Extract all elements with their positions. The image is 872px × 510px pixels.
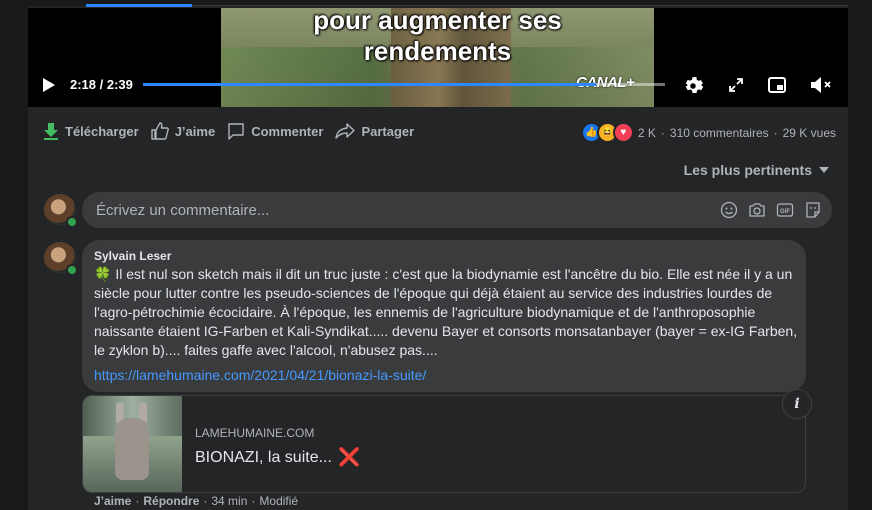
link-preview-title: BIONAZI, la suite... ❌ — [195, 447, 360, 468]
like-button[interactable]: J’aime — [151, 122, 215, 140]
gear-icon — [685, 77, 704, 93]
subtitle-line-1: pour augmenter ses — [313, 8, 562, 35]
video-player[interactable]: pour augmenter ses rendements CANAL+ 2:1… — [28, 8, 848, 107]
svg-text:GIF: GIF — [780, 209, 790, 215]
speech-bubble-icon — [228, 123, 244, 140]
comment-bubble: Sylvain Leser 🍀 Il est nul son sketch ma… — [82, 240, 806, 392]
comment-sort-dropdown[interactable]: Les plus pertinents — [684, 162, 830, 178]
thumbs-up-icon — [151, 122, 169, 140]
meta-dot: · — [135, 494, 140, 508]
emoji-icon[interactable] — [720, 201, 738, 219]
meta-dot: · — [203, 494, 208, 508]
video-progress-bar[interactable] — [143, 83, 665, 86]
share-button[interactable]: Partager — [335, 122, 414, 140]
comment-timestamp[interactable]: 34 min — [211, 494, 247, 508]
camera-icon[interactable] — [748, 201, 766, 219]
stats-separator: · — [773, 125, 778, 140]
gif-icon[interactable]: GIF — [776, 201, 794, 219]
download-button[interactable]: Télécharger — [43, 122, 139, 140]
download-label: Télécharger — [65, 123, 139, 139]
views-count: 29 K vues — [782, 125, 836, 140]
fullscreen-button[interactable] — [728, 77, 744, 98]
share-arrow-icon — [335, 123, 356, 139]
cross-mark-icon: ❌ — [337, 447, 361, 467]
sort-label: Les plus pertinents — [683, 162, 812, 178]
link-preview-card[interactable]: LAMEHUMAINE.COM BIONAZI, la suite... ❌ — [82, 395, 806, 493]
link-preview-domain: LAMEHUMAINE.COM — [195, 426, 315, 440]
time-display: 2:18 / 2:39 — [70, 77, 133, 92]
volume-muted-icon — [811, 77, 831, 93]
share-label: Partager — [361, 123, 415, 139]
miniplayer-button[interactable] — [768, 77, 786, 98]
comment-text: 🍀 Il est nul son sketch mais il dit un t… — [94, 266, 798, 358]
active-tab-indicator — [86, 4, 192, 7]
stats-separator: · — [660, 125, 665, 140]
love-reaction-icon: ♥ — [612, 122, 634, 143]
meta-dot: · — [251, 494, 256, 508]
expand-icon — [729, 78, 743, 92]
comment-input[interactable] — [94, 200, 698, 220]
like-label: J’aime — [174, 123, 216, 139]
mute-button[interactable] — [810, 76, 832, 99]
tab-strip — [0, 0, 872, 7]
comment-reply-link[interactable]: Répondre — [143, 494, 199, 508]
post-actions: Télécharger J’aime Commenter Partager — [43, 120, 426, 142]
comment-composer[interactable]: GIF — [82, 192, 832, 228]
play-icon — [43, 78, 55, 92]
picture-in-picture-icon — [768, 77, 786, 93]
comment-button[interactable]: Commenter — [227, 122, 323, 140]
scroll-gutter — [848, 0, 872, 510]
play-button[interactable] — [42, 77, 56, 98]
comment-label: Commenter — [251, 123, 324, 139]
reactions-count[interactable]: 2 K — [638, 126, 656, 140]
reaction-icons[interactable]: 👍 😆 ♥ — [580, 122, 634, 143]
tab-divider — [192, 5, 848, 6]
post-stats: 👍 😆 ♥ 2 K · 310 commentaires · 29 K vues — [580, 122, 836, 143]
comment-like-link[interactable]: J’aime — [94, 494, 131, 508]
thumbnail-rabbit-figure — [115, 418, 149, 480]
subtitle-line-2: rendements — [363, 36, 512, 66]
info-icon[interactable]: i — [782, 389, 812, 419]
comments-count[interactable]: 310 commentaires — [670, 126, 769, 140]
comment-edited-label: Modifié — [259, 494, 299, 508]
link-preview-thumbnail — [83, 396, 182, 492]
settings-button[interactable] — [682, 75, 704, 102]
commenter-online-dot — [66, 264, 78, 276]
sticker-icon[interactable] — [804, 201, 822, 219]
online-status-dot — [66, 216, 78, 228]
video-progress-fill — [143, 83, 597, 86]
link-preview-title-text: BIONAZI, la suite... — [195, 448, 332, 466]
comment-meta: J’aime · Répondre · 34 min · Modifié — [94, 494, 298, 508]
composer-tools: GIF — [720, 201, 822, 219]
comment-author[interactable]: Sylvain Leser — [94, 249, 171, 263]
download-icon — [44, 123, 58, 140]
caret-down-icon — [819, 167, 829, 173]
comment-link[interactable]: https://lamehumaine.com/2021/04/21/biona… — [94, 367, 426, 383]
